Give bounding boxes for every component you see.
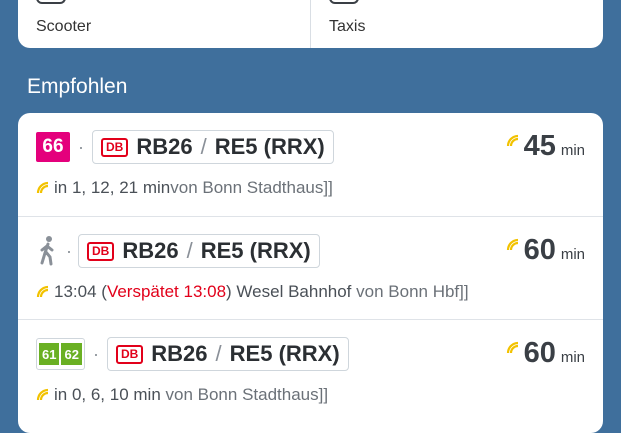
train-line: RE5 (RRX) [214, 134, 325, 159]
section-title: Empfohlen [27, 75, 128, 98]
line-separator: / [215, 341, 222, 366]
departure-station: von Bonn Hbf]] [351, 282, 469, 301]
bus-lines-badge: 61 62 [36, 338, 85, 370]
realtime-icon [506, 134, 518, 147]
line-separator: / [200, 134, 207, 159]
train-line: RE5 (RRX) [200, 238, 311, 263]
departure-station: von Bonn Stadthaus]] [160, 385, 329, 404]
train-line: RB26 [136, 134, 193, 159]
train-line: RE5 (RRX) [229, 341, 340, 366]
duration-value: 45 [523, 130, 556, 162]
taxi-icon [329, 0, 359, 4]
duration-value: 60 [523, 234, 556, 266]
duration-unit: min [560, 349, 585, 366]
departure-times: in 1, 12, 21 min [54, 178, 171, 197]
realtime-icon [506, 341, 518, 354]
scooter-icon [36, 0, 66, 4]
bus-line-badge: 66 [36, 132, 70, 162]
departure-station: von Bonn Stadthaus]] [170, 178, 333, 197]
route-item[interactable]: · DB RB26 / RE5 (RRX) 60 min 13:04 ( Ver… [18, 216, 603, 319]
departure-times: in 0, 6, 10 min [54, 385, 161, 404]
train-lines-box: DB RB26 / RE5 (RRX) [106, 337, 349, 371]
recommended-routes-list: 66 · DB RB26 / RE5 (RRX) 45 min in 1, 12… [18, 113, 603, 433]
route-legs: 61 62 · DB RB26 / RE5 (RRX) [36, 337, 349, 371]
route-item[interactable]: 61 62 · DB RB26 / RE5 (RRX) 60 min in 0,… [18, 319, 603, 422]
db-logo-icon: DB [115, 344, 144, 364]
realtime-icon [506, 238, 518, 251]
walking-icon [40, 236, 54, 266]
duration-value: 60 [523, 337, 556, 369]
departure-time: 13:04 [54, 282, 97, 301]
leg-separator: · [66, 240, 72, 261]
bus-line-badge: 61 [39, 343, 60, 365]
scooter-option[interactable]: Scooter [18, 0, 310, 48]
transport-options-card: Scooter Taxis [18, 0, 603, 48]
duration-unit: min [560, 142, 585, 159]
paren-open: ( [96, 282, 107, 301]
bus-line-badge: 62 [61, 343, 82, 365]
leg-separator: · [78, 136, 84, 157]
destination-station: Wesel Bahnhof [231, 282, 352, 301]
route-legs: · DB RB26 / RE5 (RRX) [36, 234, 320, 268]
route-detail: in 0, 6, 10 min von Bonn Stadthaus]] [36, 385, 328, 405]
train-lines-box: DB RB26 / RE5 (RRX) [92, 130, 334, 164]
train-line: RB26 [151, 341, 208, 366]
scooter-label: Scooter [36, 18, 92, 35]
route-duration: 60 min [506, 234, 585, 267]
route-detail: in 1, 12, 21 min von Bonn Stadthaus]] [36, 178, 333, 198]
route-item[interactable]: 66 · DB RB26 / RE5 (RRX) 45 min in 1, 12… [18, 113, 603, 215]
route-duration: 60 min [506, 337, 585, 370]
train-lines-box: DB RB26 / RE5 (RRX) [78, 234, 320, 268]
realtime-icon [36, 181, 49, 194]
delay-notice: Verspätet 13:08 [106, 282, 227, 301]
route-duration: 45 min [506, 130, 585, 163]
duration-unit: min [560, 246, 585, 263]
leg-separator: · [92, 343, 99, 364]
db-logo-icon: DB [101, 137, 129, 157]
route-legs: 66 · DB RB26 / RE5 (RRX) [36, 130, 334, 164]
train-line: RB26 [122, 238, 179, 263]
line-separator: / [186, 238, 193, 263]
route-detail: 13:04 ( Verspätet 13:08 ) Wesel Bahnhof … [36, 282, 469, 302]
realtime-icon [36, 285, 49, 298]
taxi-option[interactable]: Taxis [310, 0, 603, 48]
taxi-label: Taxis [329, 18, 366, 35]
db-logo-icon: DB [87, 241, 115, 261]
realtime-icon [36, 388, 49, 401]
